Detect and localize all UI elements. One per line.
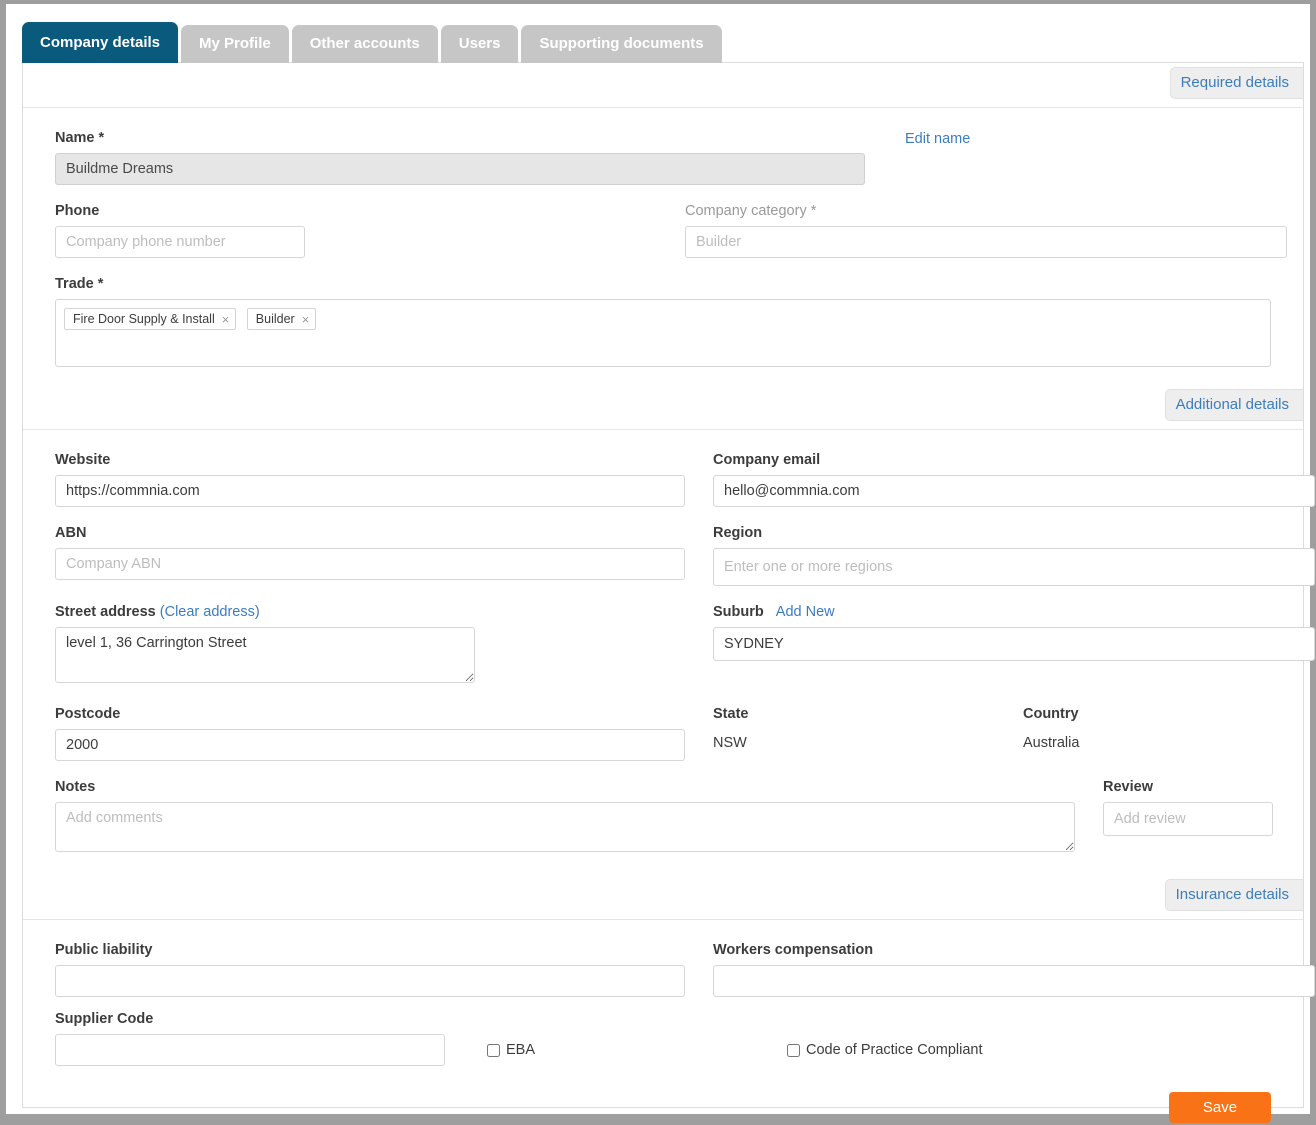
tab-bar: Company details My Profile Other account…	[22, 22, 725, 63]
supplier-code-row: Supplier Code EBA Code of Practice Compl…	[55, 1011, 1271, 1066]
supplier-code-input[interactable]	[55, 1034, 445, 1066]
company-email-input[interactable]	[713, 475, 1315, 507]
clear-address-link[interactable]: (Clear address)	[160, 604, 260, 620]
required-details-section-header: Required details	[23, 63, 1303, 107]
supplier-code-label: Supplier Code	[55, 1011, 154, 1027]
website-label: Website	[55, 452, 111, 468]
liability-workers-row: Public liability Workers compensation	[55, 942, 1315, 997]
trade-tag[interactable]: Builder ×	[246, 308, 317, 330]
country-label: Country	[1023, 706, 1079, 722]
review-input[interactable]	[1103, 802, 1273, 836]
remove-tag-icon[interactable]: ×	[302, 313, 310, 326]
insurance-details-badge: Insurance details	[1164, 879, 1303, 911]
required-details-badge: Required details	[1169, 67, 1303, 99]
suburb-label-text: Suburb	[713, 604, 764, 620]
abn-label: ABN	[55, 525, 87, 541]
footer-actions: Save	[55, 1092, 1271, 1123]
trade-tag-input[interactable]: Fire Door Supply & Install × Builder ×	[55, 299, 1271, 367]
workers-compensation-label: Workers compensation	[713, 942, 874, 958]
state-label: State	[713, 706, 749, 722]
save-button[interactable]: Save	[1169, 1092, 1271, 1123]
public-liability-input[interactable]	[55, 965, 685, 997]
name-row: Name * Edit name	[55, 130, 1271, 185]
trade-label: Trade *	[55, 276, 104, 292]
address-suburb-row: Street address (Clear address) level 1, …	[55, 604, 1315, 688]
phone-input[interactable]	[55, 226, 305, 258]
abn-region-row: ABN Region	[55, 525, 1315, 586]
public-liability-label: Public liability	[55, 942, 153, 958]
eba-label: EBA	[506, 1042, 536, 1058]
country-value: Australia	[1023, 735, 1080, 751]
state-value: NSW	[713, 735, 747, 751]
postcode-state-country-row: Postcode State NSW Country Australia	[55, 706, 1271, 761]
company-email-label: Company email	[713, 452, 821, 468]
required-details-body: Name * Edit name Phone Company category …	[23, 108, 1303, 385]
region-input[interactable]	[713, 548, 1315, 586]
trade-tag-label: Builder	[255, 312, 295, 326]
phone-label: Phone	[55, 203, 100, 219]
code-of-practice-checkbox-row[interactable]: Code of Practice Compliant	[787, 1042, 1271, 1058]
notes-review-row: Notes Review	[55, 779, 1273, 857]
region-label: Region	[713, 525, 763, 541]
phone-category-row: Phone Company category *	[55, 203, 1287, 258]
insurance-details-body: Public liability Workers compensation Su…	[23, 920, 1315, 1123]
website-input[interactable]	[55, 475, 685, 507]
suburb-input[interactable]	[713, 627, 1315, 661]
additional-details-body: Website Company email ABN Region	[23, 430, 1315, 875]
edit-name-link[interactable]: Edit name	[905, 131, 970, 147]
trade-tag-label: Fire Door Supply & Install	[73, 312, 215, 326]
company-category-label: Company category *	[685, 203, 817, 219]
tab-company-details[interactable]: Company details	[22, 22, 179, 63]
workers-compensation-input[interactable]	[713, 965, 1315, 997]
trade-field: Trade * Fire Door Supply & Install × Bui…	[55, 276, 1271, 367]
suburb-label: Suburb Add New	[713, 604, 1315, 620]
street-address-textarea[interactable]: level 1, 36 Carrington Street	[55, 627, 475, 683]
insurance-details-section-header: Insurance details	[23, 875, 1303, 919]
additional-details-badge: Additional details	[1164, 389, 1303, 421]
app-screen: Company details My Profile Other account…	[0, 0, 1316, 1125]
notes-label: Notes	[55, 779, 96, 795]
review-label: Review	[1103, 779, 1153, 795]
name-label: Name *	[55, 130, 105, 146]
remove-tag-icon[interactable]: ×	[222, 313, 230, 326]
add-new-suburb-link[interactable]: Add New	[776, 604, 835, 620]
code-of-practice-label: Code of Practice Compliant	[806, 1042, 983, 1058]
tab-supporting-documents[interactable]: Supporting documents	[521, 25, 722, 63]
abn-input[interactable]	[55, 548, 685, 580]
code-of-practice-checkbox[interactable]	[787, 1043, 800, 1057]
company-details-card: Required details Name * Edit name Pho	[22, 62, 1315, 1123]
eba-checkbox[interactable]	[487, 1043, 500, 1057]
company-name-input[interactable]	[55, 153, 865, 185]
street-address-label-text: Street address	[55, 604, 156, 620]
tab-my-profile[interactable]: My Profile	[181, 25, 289, 63]
page-surface: Company details My Profile Other account…	[6, 4, 1315, 1123]
notes-textarea[interactable]	[55, 802, 1075, 852]
website-email-row: Website Company email	[55, 452, 1315, 507]
street-address-label: Street address (Clear address)	[55, 604, 685, 620]
additional-details-section-header: Additional details	[23, 385, 1303, 429]
postcode-input[interactable]	[55, 729, 685, 761]
company-category-input[interactable]	[685, 226, 1287, 258]
trade-tag[interactable]: Fire Door Supply & Install ×	[64, 308, 237, 330]
tab-other-accounts[interactable]: Other accounts	[291, 25, 438, 63]
eba-checkbox-row[interactable]: EBA	[487, 1042, 787, 1058]
tab-users[interactable]: Users	[440, 25, 519, 63]
postcode-label: Postcode	[55, 706, 121, 722]
